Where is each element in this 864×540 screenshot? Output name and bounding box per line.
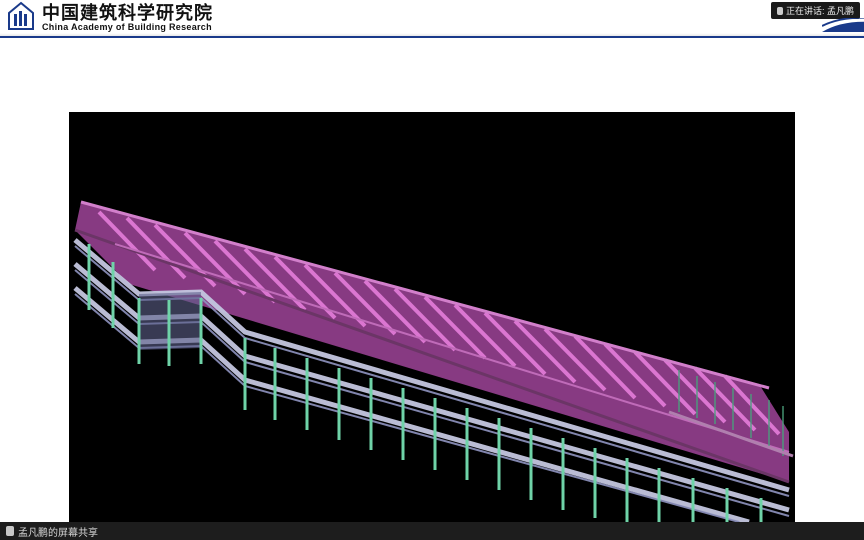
- org-logo-block: 中国建筑科学研究院 China Academy of Building Rese…: [6, 1, 213, 36]
- org-name-block: 中国建筑科学研究院 China Academy of Building Rese…: [42, 4, 213, 32]
- speaking-badge: 正在讲话: 孟凡鹏: [771, 2, 860, 19]
- app-header: 中国建筑科学研究院 China Academy of Building Rese…: [0, 0, 864, 38]
- org-logo-icon: [6, 1, 36, 36]
- content-area: [0, 38, 864, 520]
- share-status-label: 孟凡鹏的屏幕共享: [18, 524, 98, 539]
- header-right: 正在讲话: 孟凡鹏: [771, 2, 860, 19]
- org-name-cn: 中国建筑科学研究院: [42, 4, 213, 22]
- speaking-label: 正在讲话: 孟凡鹏: [786, 4, 854, 17]
- 3d-model-viewer[interactable]: [69, 112, 795, 522]
- mic-icon: [6, 526, 14, 536]
- brand-decor: [822, 18, 864, 32]
- mic-icon: [777, 7, 783, 15]
- org-name-en: China Academy of Building Research: [42, 23, 213, 32]
- meeting-footer: 孟凡鹏的屏幕共享: [0, 522, 864, 540]
